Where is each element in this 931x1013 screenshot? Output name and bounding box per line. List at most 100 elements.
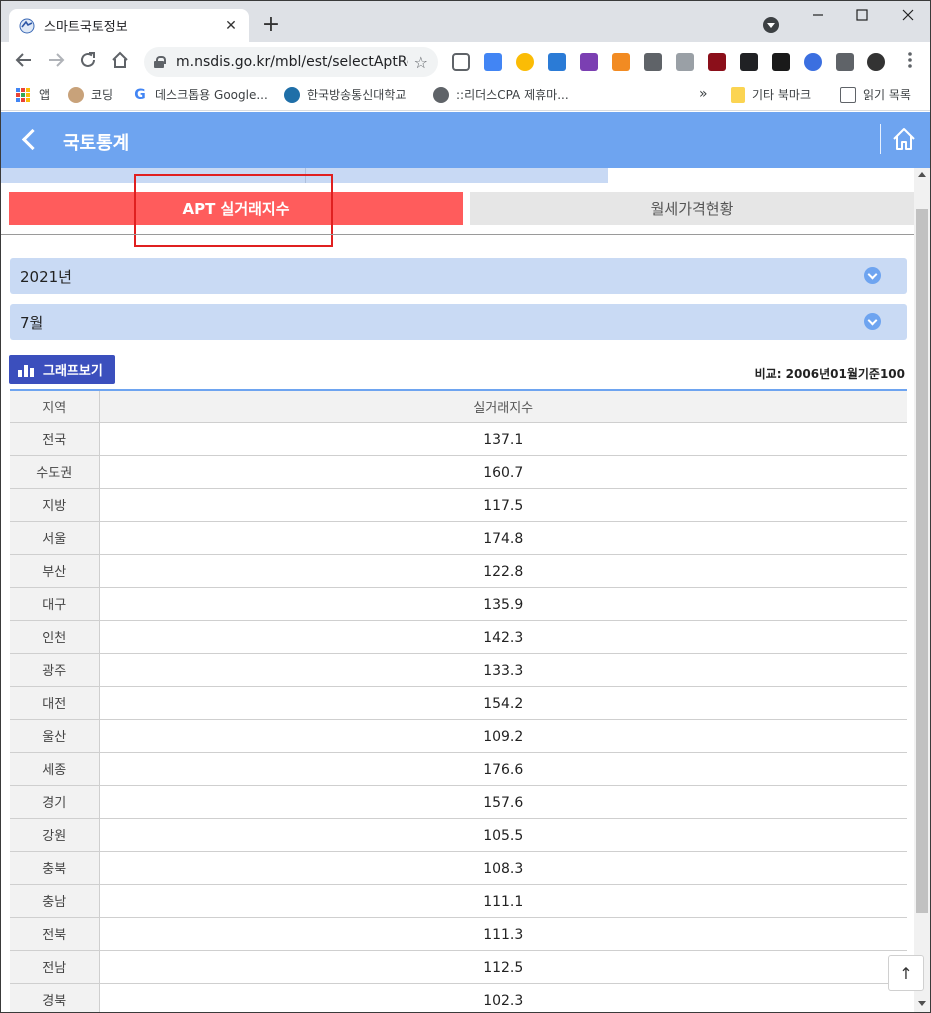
table-row: 전국 137.1 <box>10 422 907 456</box>
region-cell: 인천 <box>10 620 100 654</box>
back-arrow-icon[interactable] <box>13 51 35 73</box>
new-tab-button[interactable]: + <box>259 13 283 37</box>
globe-icon <box>433 86 449 103</box>
other-bookmarks-folder[interactable]: 기타 북마크 <box>731 86 811 103</box>
circle-extension-icon[interactable] <box>804 53 822 71</box>
region-cell: 전국 <box>10 422 100 456</box>
scroll-down-arrow-icon[interactable] <box>918 1001 926 1006</box>
table-header-row: 지역 실거래지수 <box>10 391 907 423</box>
browser-tab[interactable]: 스마트국토정보 ✕ <box>9 9 249 42</box>
region-cell: 전남 <box>10 950 100 984</box>
app-header: 국토통계 <box>1 112 930 168</box>
index-value-cell: 154.2 <box>99 686 907 720</box>
knou-icon <box>284 86 300 103</box>
tabs-extension-icon[interactable] <box>676 53 694 71</box>
window-close-icon[interactable] <box>893 7 923 25</box>
table-row: 세종 176.6 <box>10 752 907 786</box>
region-cell: 부산 <box>10 554 100 588</box>
index-value-cell: 117.5 <box>99 488 907 522</box>
table-row: 충북 108.3 <box>10 851 907 885</box>
browser-window: 스마트국토정보 ✕ + m.nsdis.go.kr/mbl/est/select… <box>0 0 931 1013</box>
region-cell: 광주 <box>10 653 100 687</box>
table-row: 수도권 160.7 <box>10 455 907 489</box>
highlight-annotation-box <box>134 174 333 247</box>
month-select[interactable]: 7월 <box>10 304 907 340</box>
profile-avatar-icon[interactable] <box>867 53 885 71</box>
tab-monthly-rent-status[interactable]: 월세가격현황 <box>470 192 914 225</box>
table-row: 대구 135.9 <box>10 587 907 621</box>
tabs-divider <box>1 234 914 235</box>
index-value-cell: 111.1 <box>99 884 907 918</box>
region-cell: 대구 <box>10 587 100 621</box>
menu-kebab-icon[interactable] <box>899 51 921 73</box>
scroll-up-arrow-icon[interactable] <box>918 172 926 177</box>
page-title: 국토통계 <box>63 133 130 154</box>
reading-list-button[interactable]: 읽기 목록 <box>840 86 911 103</box>
close-icon[interactable]: ✕ <box>223 18 239 34</box>
region-cell: 충북 <box>10 851 100 885</box>
table-row: 충남 111.1 <box>10 884 907 918</box>
year-select[interactable]: 2021년 <box>10 258 907 294</box>
address-bar[interactable]: m.nsdis.go.kr/mbl/est/selectAptRe... ☆ <box>144 47 438 77</box>
index-value-cell: 137.1 <box>99 422 907 456</box>
table-row: 부산 122.8 <box>10 554 907 588</box>
region-cell: 서울 <box>10 521 100 555</box>
bookmark-label: 읽기 목록 <box>863 88 911 102</box>
bookmark-coding[interactable]: 코딩 <box>68 86 113 103</box>
tab-search-icon[interactable] <box>763 17 779 33</box>
ublock-extension-icon[interactable] <box>708 53 726 71</box>
chart-icon <box>18 364 34 377</box>
bookmark-leaders-cpa[interactable]: ::리더스CPA 제휴마... <box>433 86 569 103</box>
index-value-cell: 109.2 <box>99 719 907 753</box>
terminal-extension-icon[interactable] <box>740 53 758 71</box>
table-row: 경기 157.6 <box>10 785 907 819</box>
table-row: 전북 111.3 <box>10 917 907 951</box>
index-value-cell: 160.7 <box>99 455 907 489</box>
bookmarks-more-button[interactable]: » <box>699 86 708 102</box>
translate-extension-icon[interactable] <box>484 53 502 71</box>
bookmark-apps[interactable]: 앱 <box>15 86 50 103</box>
view-graph-button[interactable]: 그래프보기 <box>9 355 115 384</box>
back-chevron-icon[interactable] <box>17 128 41 152</box>
bookmark-label: 코딩 <box>91 88 114 102</box>
bookmark-knou[interactable]: 한국방송통신대학교 <box>284 86 406 103</box>
bookmark-google-desktop[interactable]: G 데스크톱용 Google... <box>132 86 268 103</box>
region-cell: 강원 <box>10 818 100 852</box>
pocket-extension-icon[interactable] <box>452 53 470 71</box>
table-row: 울산 109.2 <box>10 719 907 753</box>
reading-list-icon <box>840 86 856 103</box>
index-table: 지역 실거래지수 전국 137.1 수도권 160.7 지방 117.5 서울 174.8 부산… <box>10 389 907 1012</box>
capture-extension-icon[interactable] <box>644 53 662 71</box>
onenote-extension-icon[interactable] <box>580 53 598 71</box>
region-cell: 울산 <box>10 719 100 753</box>
column-header-index: 실거래지수 <box>99 391 907 423</box>
column-header-region: 지역 <box>10 391 100 423</box>
minimize-icon[interactable] <box>803 7 833 25</box>
tab-strip: 스마트국토정보 ✕ + <box>1 1 930 42</box>
home-icon[interactable] <box>891 126 919 154</box>
appstore-extension-icon[interactable] <box>548 53 566 71</box>
reload-icon[interactable] <box>77 51 99 73</box>
index-value-cell: 112.5 <box>99 950 907 984</box>
home-icon[interactable] <box>109 51 131 73</box>
lock-icon <box>154 56 166 68</box>
bookmark-star-icon[interactable]: ☆ <box>414 53 428 72</box>
region-cell: 경북 <box>10 983 100 1012</box>
table-row: 전남 112.5 <box>10 950 907 984</box>
h-extension-icon[interactable] <box>772 53 790 71</box>
index-value-cell: 111.3 <box>99 917 907 951</box>
index-value-cell: 157.6 <box>99 785 907 819</box>
forward-arrow-icon[interactable] <box>45 51 67 73</box>
region-cell: 대전 <box>10 686 100 720</box>
browser-toolbar: m.nsdis.go.kr/mbl/est/selectAptRe... ☆ <box>1 42 930 81</box>
table-row: 서울 174.8 <box>10 521 907 555</box>
puzzle-extension-icon[interactable] <box>836 53 854 71</box>
tab-title: 스마트국토정보 <box>44 20 128 35</box>
scroll-to-top-button[interactable]: ↑ <box>888 955 924 991</box>
layout-extension-icon[interactable] <box>612 53 630 71</box>
chrome-extension-icon[interactable] <box>516 53 534 71</box>
maximize-icon[interactable] <box>847 7 877 25</box>
scrollbar-thumb[interactable] <box>916 209 928 913</box>
index-value-cell: 108.3 <box>99 851 907 885</box>
bookmark-label: 데스크톱용 Google... <box>155 88 268 102</box>
